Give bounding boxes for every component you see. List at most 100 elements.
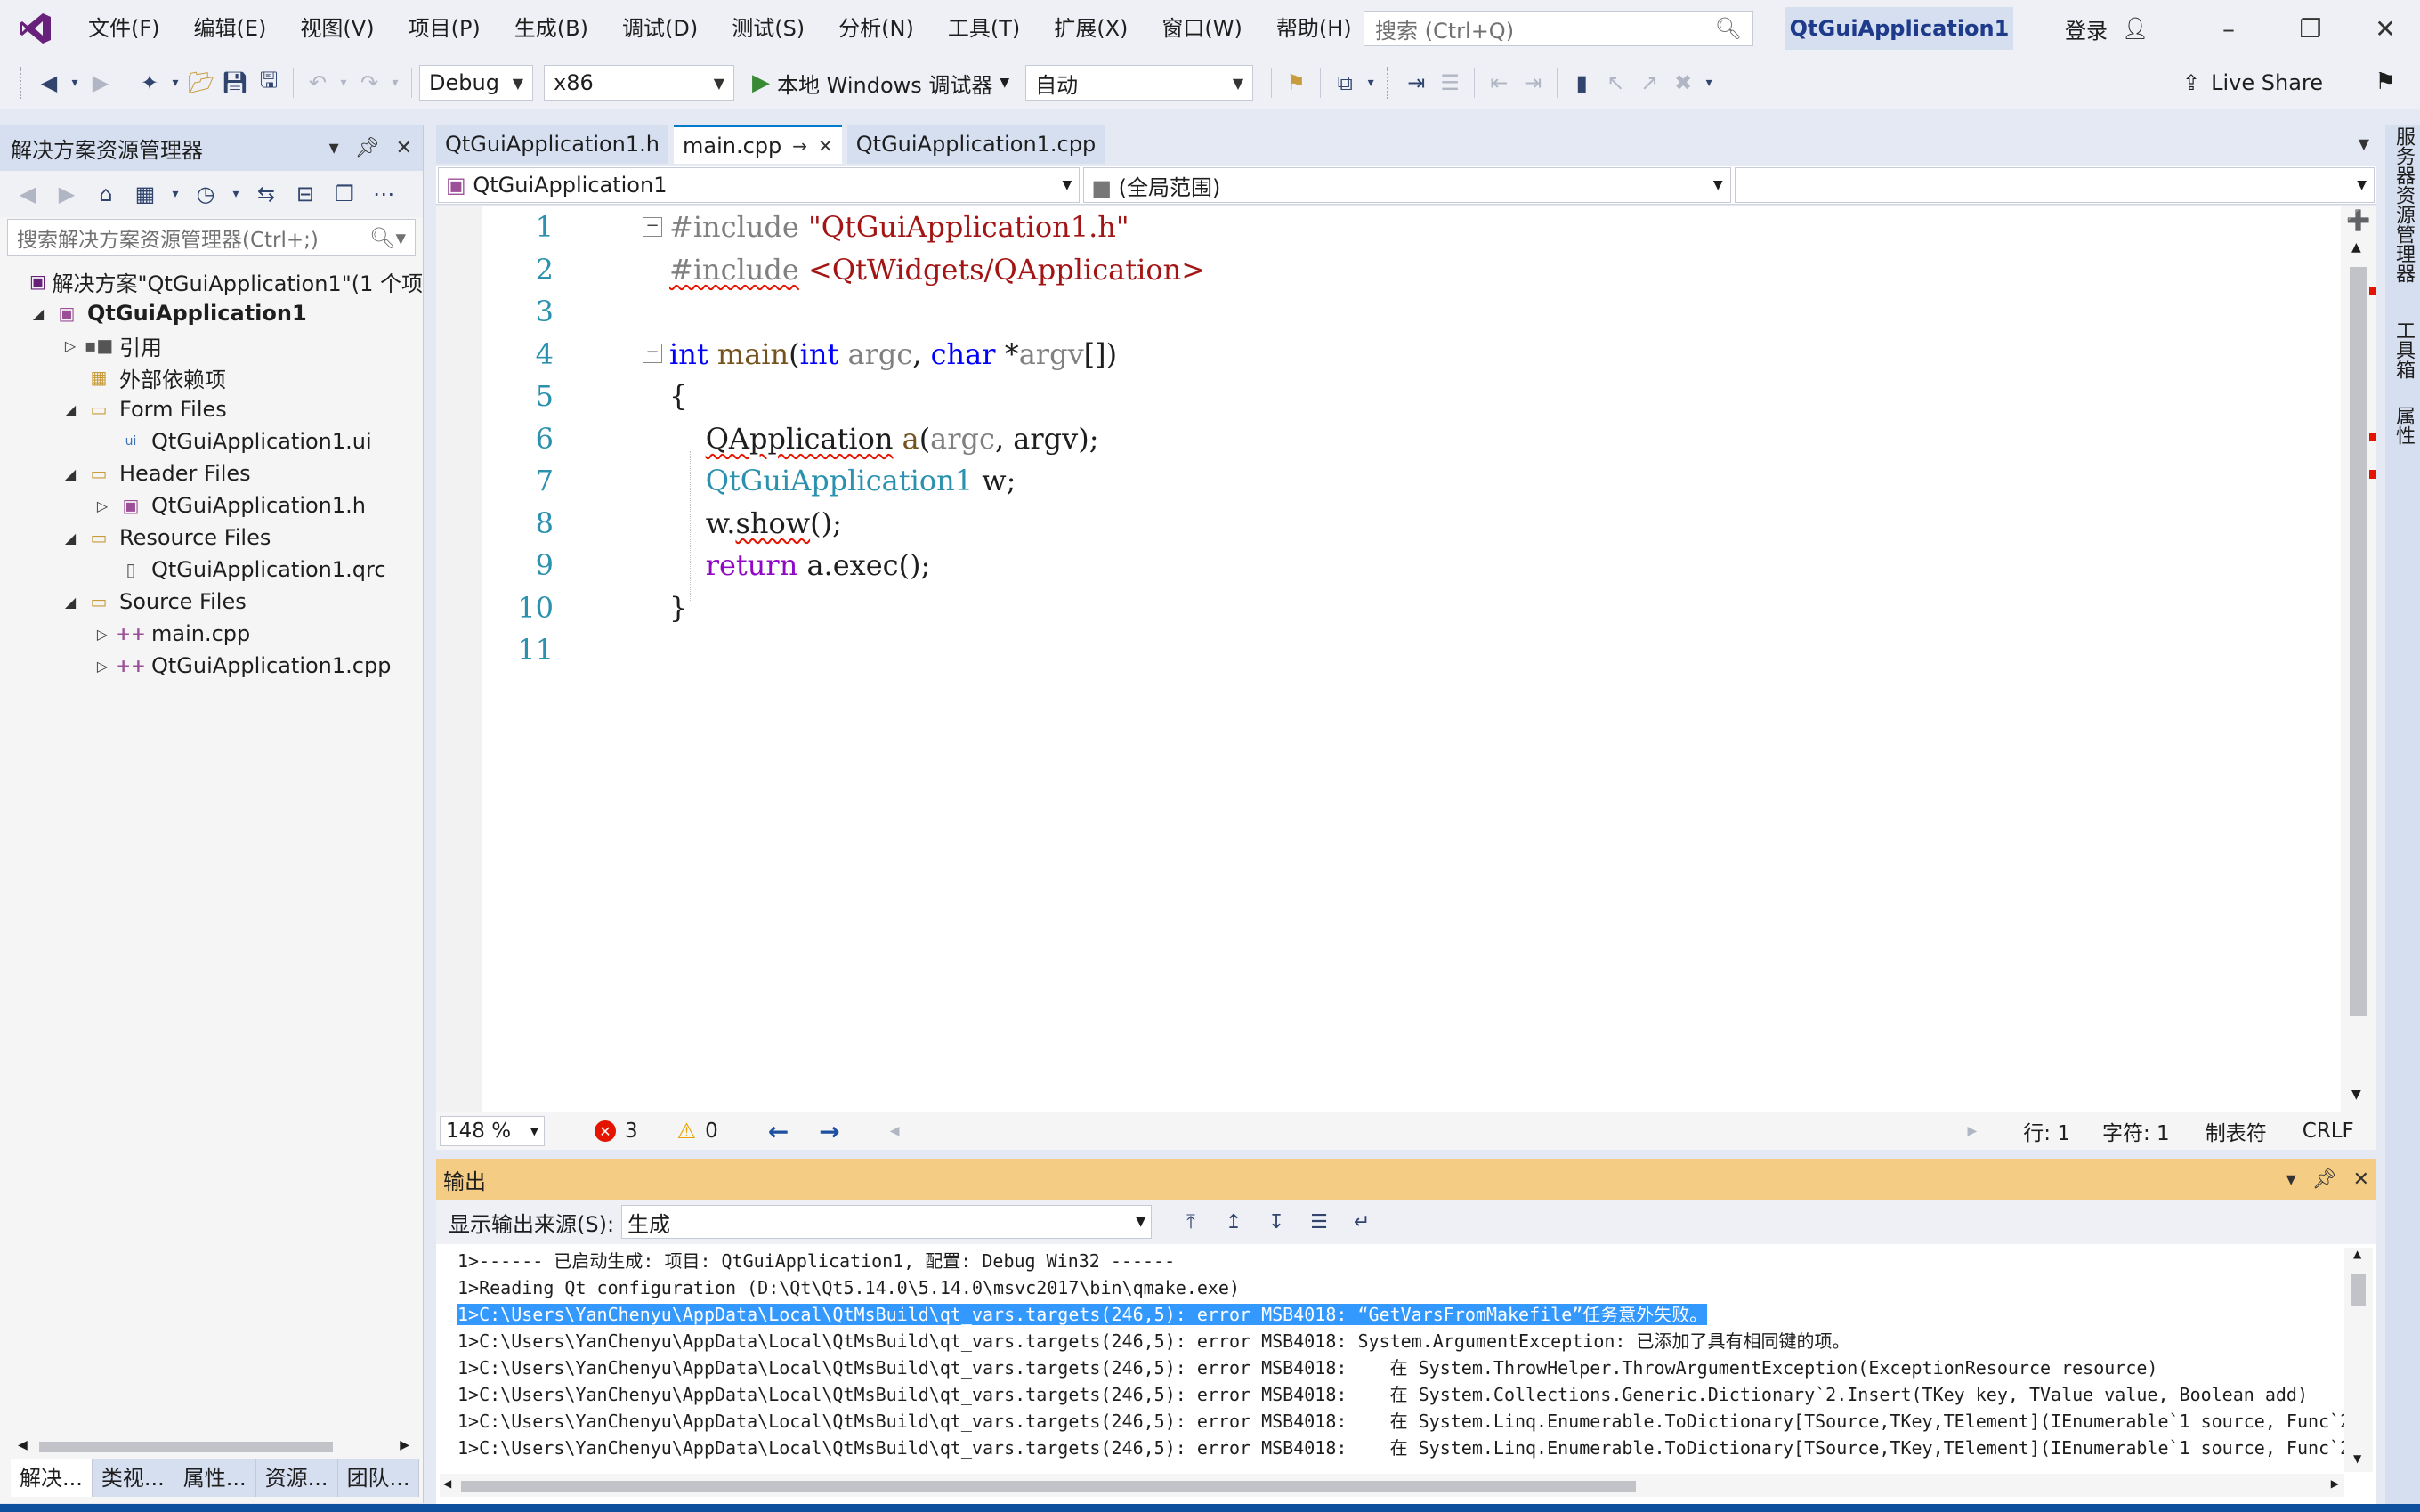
horizontal-scrollbar[interactable]: ◀ ▶: [18, 1433, 409, 1458]
collapse-all-icon[interactable]: ⊟: [288, 176, 322, 212]
tree-item[interactable]: ▦ 外部依赖项: [0, 361, 423, 393]
bottom-tab[interactable]: 团队...: [337, 1459, 420, 1497]
save-icon[interactable]: 💾︎: [218, 65, 252, 101]
sync-icon[interactable]: ⇆: [249, 176, 283, 212]
tree-item[interactable]: ◢ ▭ Form Files: [0, 393, 423, 425]
back-icon[interactable]: ◀: [32, 65, 66, 101]
global-scope-select[interactable]: ■ (全局范围) ▼: [1083, 167, 1731, 203]
menu-item[interactable]: 分析(N): [822, 0, 931, 57]
collapsed-arrow-icon[interactable]: ▷: [89, 626, 116, 643]
bottom-tab[interactable]: 解决...: [11, 1459, 93, 1497]
expanded-arrow-icon[interactable]: ◢: [57, 465, 84, 482]
filter-dropdown-icon[interactable]: ▾: [228, 176, 244, 212]
tree-item[interactable]: ▷ ▪■ 引用: [0, 329, 423, 361]
editor-vertical-scrollbar[interactable]: ➕ ▲ ▼: [2341, 206, 2376, 1112]
menu-item[interactable]: 视图(V): [283, 0, 391, 57]
browse-icon[interactable]: ⚑: [1279, 65, 1313, 101]
tree-item[interactable]: ◢ ▭ Source Files: [0, 586, 423, 618]
collapsed-arrow-icon[interactable]: ▷: [89, 658, 116, 675]
collapse-region-icon[interactable]: −: [643, 344, 662, 363]
step-icon[interactable]: ⇥: [1399, 65, 1433, 101]
expanded-arrow-icon[interactable]: ◢: [25, 305, 52, 322]
tabs-indicator[interactable]: 制表符: [2206, 1116, 2267, 1146]
menu-item[interactable]: 扩展(X): [1037, 0, 1145, 57]
expanded-arrow-icon[interactable]: ◢: [57, 594, 84, 610]
project-scope-select[interactable]: ▣ QtGuiApplication1 ▼: [438, 167, 1081, 203]
scroll-left-icon[interactable]: ◀: [18, 1438, 28, 1452]
tab-qtguiapplication1-h[interactable]: QtGuiApplication1.h: [436, 125, 668, 164]
scrollbar-thumb[interactable]: [2350, 267, 2367, 1016]
scroll-right-icon[interactable]: ▶: [2331, 1477, 2339, 1490]
toolbar-grip[interactable]: [20, 67, 25, 99]
error-count[interactable]: ✕ 3: [595, 1120, 638, 1143]
clear-all-icon[interactable]: ☰: [1301, 1204, 1337, 1240]
undo-icon[interactable]: ↶: [301, 65, 335, 101]
switch-views-dropdown-icon[interactable]: ▾: [167, 176, 183, 212]
toolbox-tab[interactable]: 工具箱: [2389, 320, 2417, 379]
back-dropdown-icon[interactable]: ▾: [66, 65, 84, 101]
show-all-files-icon[interactable]: ❐: [328, 176, 361, 212]
output-horizontal-scrollbar[interactable]: ◀ ▶: [440, 1474, 2344, 1497]
expanded-arrow-icon[interactable]: ◢: [57, 401, 84, 418]
split-window-icon[interactable]: ➕: [2346, 210, 2370, 232]
output-line[interactable]: 1>C:\Users\YanChenyu\AppData\Local\QtMsB…: [457, 1354, 2344, 1381]
tree-item[interactable]: ▷ ++ QtGuiApplication1.cpp: [0, 650, 423, 682]
tab-main-cpp[interactable]: main.cpp → ✕: [673, 125, 842, 164]
outdent-icon[interactable]: ⇤: [1482, 65, 1516, 101]
home-icon[interactable]: ⌂: [89, 176, 123, 212]
output-line[interactable]: 1>C:\Users\YanChenyu\AppData\Local\QtMsB…: [457, 1328, 2344, 1354]
member-select[interactable]: ▼: [1734, 167, 2375, 203]
pin-icon[interactable]: →: [792, 135, 807, 157]
run-mode-select[interactable]: 自动 ▼: [1025, 65, 1254, 101]
scroll-up-icon[interactable]: ▲: [2351, 240, 2361, 255]
tree-item[interactable]: ▷ ++ main.cpp: [0, 618, 423, 650]
scroll-left-icon[interactable]: ◀: [443, 1477, 451, 1490]
tree-item[interactable]: ◢ ▭ Resource Files: [0, 522, 423, 554]
menu-item[interactable]: 工具(T): [931, 0, 1037, 57]
forward-icon[interactable]: ▶: [84, 65, 117, 101]
tab-overflow-icon[interactable]: ▼: [2359, 135, 2369, 152]
redo-dropdown-icon[interactable]: ▾: [386, 65, 404, 101]
scrollbar-thumb[interactable]: [39, 1442, 333, 1452]
find-message-icon[interactable]: ⤒: [1173, 1204, 1209, 1240]
back-icon[interactable]: ◀: [11, 176, 45, 212]
scroll-up-icon[interactable]: ▲: [2353, 1248, 2361, 1260]
dropdown-icon[interactable]: ▾: [2286, 1168, 2296, 1191]
menu-item[interactable]: 帮助(H): [1259, 0, 1369, 57]
preview-dropdown-icon[interactable]: ▾: [1362, 65, 1380, 101]
output-line[interactable]: 1>C:\Users\YanChenyu\AppData\Local\QtMsB…: [457, 1381, 2344, 1408]
expanded-arrow-icon[interactable]: ◢: [57, 530, 84, 546]
toolbar-overflow-icon[interactable]: ▾: [1700, 65, 1718, 101]
collapse-region-icon[interactable]: −: [643, 217, 662, 237]
more-icon[interactable]: ⋯: [367, 176, 401, 212]
collapsed-arrow-icon[interactable]: ▷: [57, 337, 84, 354]
feedback-icon[interactable]: ⚑: [2367, 64, 2403, 100]
clear-bookmarks-icon[interactable]: ✖: [1666, 65, 1700, 101]
tab-qtguiapplication1-cpp[interactable]: QtGuiApplication1.cpp: [846, 125, 1105, 164]
configuration-select[interactable]: Debug ▼: [419, 65, 533, 101]
preview-icon[interactable]: ⧉: [1328, 65, 1362, 101]
switch-views-icon[interactable]: ▦: [128, 176, 162, 212]
next-message-icon[interactable]: ↧: [1259, 1204, 1294, 1240]
pin-icon[interactable]: 📌︎: [2312, 1168, 2337, 1191]
output-line[interactable]: 1>------ 已启动生成: 项目: QtGuiApplication1, 配…: [457, 1248, 2344, 1274]
properties-tab[interactable]: 属性: [2389, 406, 2417, 445]
new-dropdown-icon[interactable]: ▾: [166, 65, 184, 101]
menu-item[interactable]: 生成(B): [498, 0, 605, 57]
bottom-tab[interactable]: 属性...: [174, 1459, 256, 1497]
code-editor[interactable]: 1 2 3 4 5 6 7 8 9 10 11 − − #include "QtGuiApplica…: [436, 206, 2376, 1112]
scroll-right-icon[interactable]: ▶: [400, 1438, 409, 1452]
open-folder-icon[interactable]: 📂︎: [184, 65, 218, 101]
solution-explorer-search[interactable]: 搜索解决方案资源管理器(Ctrl+;) 🔍︎▾: [7, 219, 416, 256]
forward-icon[interactable]: ▶: [50, 176, 84, 212]
collapsed-arrow-icon[interactable]: ▷: [89, 497, 116, 514]
indent-icon[interactable]: ⇥: [1516, 65, 1550, 101]
error-marker[interactable]: [2369, 470, 2376, 479]
scroll-down-icon[interactable]: ▼: [2351, 1088, 2361, 1102]
menu-item[interactable]: 测试(S): [715, 0, 822, 57]
document-outline-icon[interactable]: ☰: [1433, 65, 1467, 101]
scroll-left-icon[interactable]: ◀: [890, 1124, 900, 1138]
zoom-select[interactable]: 148 % ▼: [440, 1116, 545, 1146]
code-text[interactable]: #include "QtGuiApplication1.h" #include …: [669, 206, 1205, 672]
tree-item[interactable]: ◢ ▣ QtGuiApplication1: [0, 297, 423, 329]
